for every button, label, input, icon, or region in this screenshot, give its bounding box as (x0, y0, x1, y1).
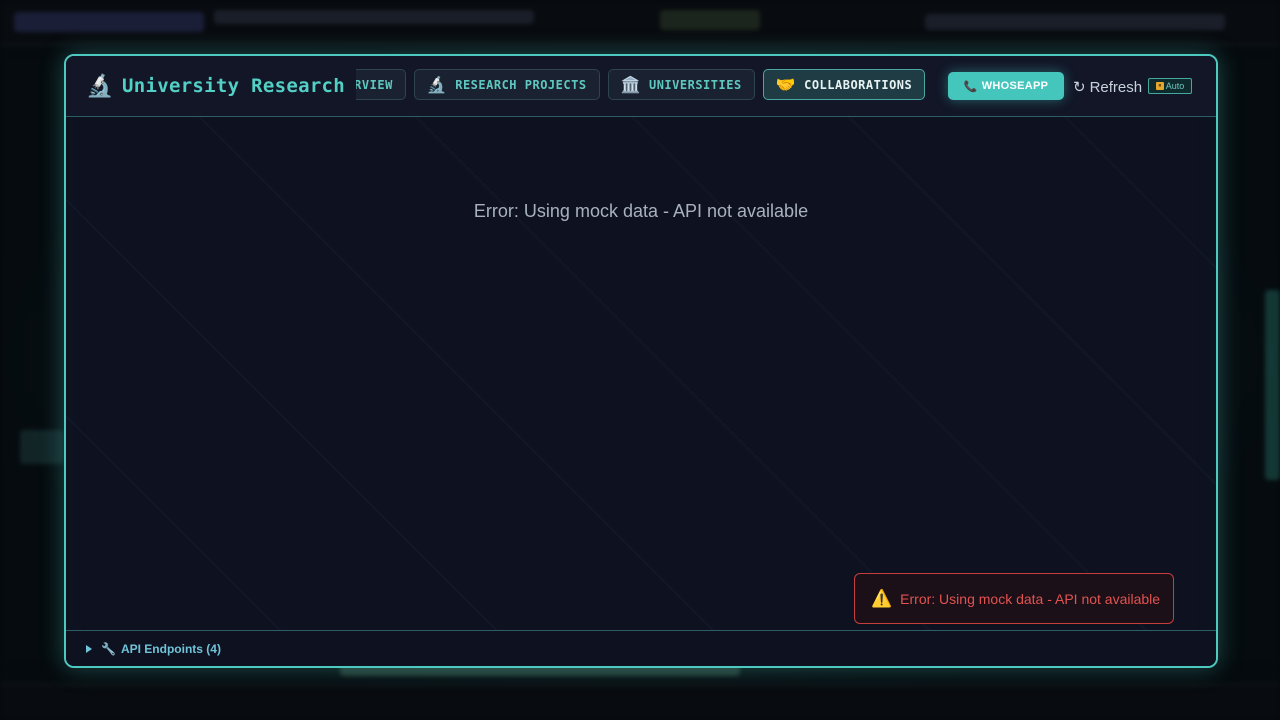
microscope-icon: 🔬 (426, 75, 448, 94)
background-statusbar (0, 684, 1280, 720)
whoseapp-label: WHOSEAPP (981, 80, 1049, 92)
api-endpoints-label: API Endpoints (4) (120, 642, 221, 656)
classical-building-icon: 🏛️ (620, 75, 641, 94)
tab-overview-label: OVERVIEW (356, 77, 393, 92)
modal-header: 🔬 University Research OVERVIEW 🔬 RESEARC… (66, 56, 1216, 117)
refresh-button[interactable]: ↻ Refresh (1073, 76, 1142, 98)
background-text-blob (214, 10, 534, 24)
wrench-icon: 🔧 (101, 642, 116, 656)
modal-title-group: 🔬 University Research (86, 72, 345, 100)
tab-universities[interactable]: 🏛️ UNIVERSITIES (607, 69, 755, 100)
background-side-blob (1265, 290, 1280, 480)
tab-collaborations[interactable]: 🤝 COLLABORATIONS (762, 69, 926, 100)
auto-label: Auto (1165, 81, 1185, 91)
refresh-icon: ↻ (1073, 79, 1086, 96)
modal-footer: 🔧 API Endpoints (4) (66, 630, 1216, 666)
tab-overview[interactable]: OVERVIEW (356, 69, 406, 100)
background-chip-blob (660, 10, 760, 30)
handshake-icon: 🤝 (775, 75, 797, 94)
modal-title: University Research (122, 75, 346, 97)
toast-message: Error: Using mock data - API not availab… (900, 590, 1161, 607)
refresh-label: Refresh (1089, 78, 1143, 96)
whoseapp-button[interactable]: 📞 WHOSEAPP (948, 72, 1064, 100)
background-nav-blob (925, 14, 1225, 30)
error-message: Error: Using mock data - API not availab… (473, 201, 809, 221)
auto-refresh-toggle[interactable]: ⏸ Auto (1148, 78, 1192, 94)
research-modal: 🔬 University Research OVERVIEW 🔬 RESEARC… (64, 54, 1218, 668)
background-logo-blob (14, 12, 204, 32)
warning-icon: ⚠️ (871, 588, 893, 608)
microscope-icon: 🔬 (86, 73, 114, 98)
phone-icon: 📞 (963, 80, 978, 93)
pause-icon: ⏸ (1155, 82, 1164, 90)
background-card-blob (20, 430, 64, 464)
modal-content: Error: Using mock data - API not availab… (66, 117, 1216, 630)
disclosure-triangle-icon (86, 645, 92, 653)
tab-bar[interactable]: OVERVIEW 🔬 RESEARCH PROJECTS 🏛️ UNIVERSI… (356, 69, 929, 103)
error-toast[interactable]: ⚠️ Error: Using mock data - API not avai… (854, 573, 1174, 624)
api-endpoints-toggle[interactable]: 🔧 API Endpoints (4) (86, 642, 221, 656)
tab-collaborations-label: COLLABORATIONS (804, 77, 913, 92)
tab-universities-label: UNIVERSITIES (648, 77, 742, 92)
tab-research-projects[interactable]: 🔬 RESEARCH PROJECTS (413, 69, 600, 100)
tab-research-projects-label: RESEARCH PROJECTS (455, 77, 587, 92)
